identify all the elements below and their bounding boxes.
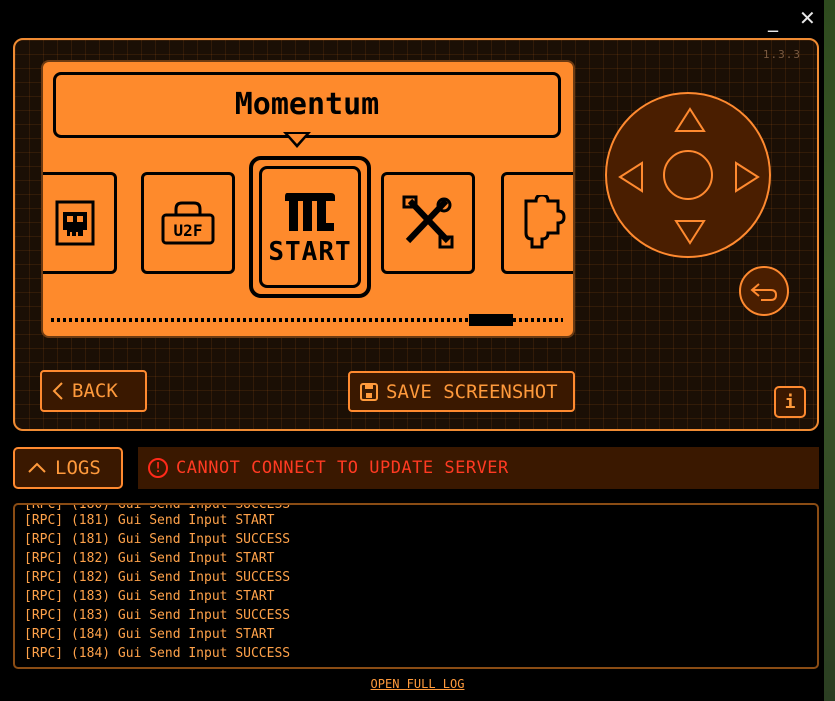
dpad-down-button[interactable] (673, 218, 707, 246)
device-back-button[interactable] (739, 266, 789, 316)
u2f-app-tile[interactable]: U2F (141, 172, 235, 274)
logs-toggle-button[interactable]: LOGS (13, 447, 123, 489)
dpad-left-button[interactable] (617, 160, 645, 194)
chevron-up-icon (28, 462, 46, 473)
close-button[interactable]: ✕ (799, 8, 816, 28)
log-line: [RPC] (182) Gui Send Input SUCCESS (24, 570, 291, 585)
u2f-icon: U2F (161, 201, 215, 245)
version-label: 1.3.3 (762, 48, 801, 61)
back-label: BACK (72, 380, 118, 402)
log-line: [RPC] (183) Gui Send Input START (24, 589, 275, 604)
open-full-log-link[interactable]: OPEN FULL LOG (0, 677, 835, 691)
logs-label: LOGS (55, 457, 101, 479)
dpad-right-button[interactable] (733, 160, 761, 194)
save-icon (360, 382, 378, 401)
app-title-box: Momentum (53, 72, 561, 138)
log-panel[interactable]: [RPC] (180) Gui Send Input SUCCESS [RPC]… (13, 503, 819, 669)
skull-icon (55, 200, 95, 246)
dpad-up-button[interactable] (673, 106, 707, 134)
update-alert: ! CANNOT CONNECT TO UPDATE SERVER (138, 447, 819, 489)
skull-app-tile[interactable] (43, 172, 117, 274)
background-edge (824, 0, 835, 701)
momentum-icon (285, 193, 335, 231)
app-window: _ ✕ 1.3.3 Momentum U2F START BACK SAVE S… (0, 0, 835, 701)
tools-icon (402, 195, 454, 249)
momentum-app-tile[interactable]: START (249, 156, 371, 298)
alert-icon: ! (148, 458, 168, 478)
puzzle-icon (524, 195, 566, 249)
log-line: [RPC] (181) Gui Send Input SUCCESS (24, 532, 291, 547)
device-panel: 1.3.3 Momentum U2F START BACK SAVE SCREE… (13, 38, 819, 431)
chevron-left-icon (52, 382, 63, 400)
save-screenshot-button[interactable]: SAVE SCREENSHOT (348, 371, 575, 412)
log-line: [RPC] (181) Gui Send Input START (24, 513, 275, 528)
log-line: [RPC] (184) Gui Send Input START (24, 627, 275, 642)
log-line: [RPC] (183) Gui Send Input SUCCESS (24, 608, 291, 623)
start-label: START (268, 237, 352, 267)
svg-text:U2F: U2F (174, 221, 203, 240)
minimize-button[interactable]: _ (768, 10, 778, 30)
log-list: [RPC] (181) Gui Send Input START [RPC] (1… (15, 511, 290, 663)
save-label: SAVE SCREENSHOT (386, 380, 558, 403)
settings-app-tile[interactable] (381, 172, 475, 274)
info-icon: i (784, 391, 796, 413)
app-title: Momentum (234, 87, 380, 122)
return-arrow-icon (750, 283, 778, 301)
plugin-app-tile[interactable] (501, 172, 573, 274)
log-line: [RPC] (182) Gui Send Input START (24, 551, 275, 566)
info-button[interactable]: i (774, 386, 806, 418)
device-screen: Momentum U2F START (41, 60, 575, 338)
back-button[interactable]: BACK (40, 370, 147, 412)
dpad (605, 92, 771, 258)
app-scroll-thumb (469, 314, 513, 326)
dpad-ok-button[interactable] (663, 150, 713, 200)
alert-text: CANNOT CONNECT TO UPDATE SERVER (176, 458, 509, 478)
log-line: [RPC] (184) Gui Send Input SUCCESS (24, 646, 291, 661)
